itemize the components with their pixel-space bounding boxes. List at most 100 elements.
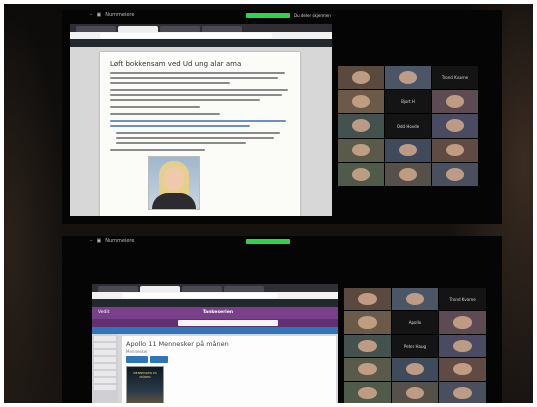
participant-tile[interactable]	[439, 334, 486, 358]
sidebar-item[interactable]	[94, 364, 116, 369]
app-brand[interactable]: Vedit	[98, 310, 109, 315]
link-line[interactable]	[110, 125, 250, 127]
participant-tile[interactable]	[385, 162, 431, 186]
participant-tile[interactable]	[432, 138, 478, 162]
participant-name: Bjort H	[401, 99, 415, 105]
primary-action-button[interactable]	[126, 356, 148, 363]
top-browser-tabs	[70, 24, 332, 32]
text-line	[116, 137, 274, 139]
participant-tile[interactable]	[338, 162, 384, 186]
bottom-browser-tabs	[92, 284, 338, 292]
camera-icon[interactable]: ▣	[97, 12, 102, 18]
participant-video	[351, 119, 371, 133]
participant-video	[351, 95, 371, 109]
participant-tile[interactable]	[391, 381, 439, 403]
participant-tile[interactable]	[439, 381, 486, 403]
bottom-bookmarks-bar	[92, 299, 338, 307]
sidebar-item[interactable]	[94, 357, 116, 362]
bottom-monitor: – ▣ Nummeiere Vedit Tankeserien Apollo 1…	[62, 236, 502, 403]
participant-video	[453, 339, 472, 353]
participant-tile[interactable]	[391, 288, 439, 311]
participant-name: Peter Haug	[403, 343, 427, 349]
participant-tile[interactable]	[385, 138, 431, 162]
participant-tile[interactable]	[344, 334, 391, 358]
book-subtitle: Mennesker	[126, 349, 148, 354]
app-nav-bar[interactable]	[92, 327, 338, 334]
participant-tile[interactable]	[338, 66, 384, 90]
participant-tile[interactable]: Apollo	[391, 311, 439, 334]
participant-video	[357, 386, 377, 399]
portrait-face	[164, 167, 184, 191]
top-share-label: Du deler skjermen	[294, 13, 331, 18]
participant-tile[interactable]	[344, 311, 391, 334]
text-line	[110, 77, 278, 79]
participant-tile[interactable]	[439, 358, 486, 381]
participant-tile[interactable]: Bjort H	[385, 90, 431, 114]
participant-video	[445, 95, 465, 109]
portrait-photo	[148, 156, 200, 210]
bottom-meeting-name: Nummeiere	[105, 238, 135, 244]
text-line	[110, 82, 230, 84]
bottom-share-indicator[interactable]	[246, 239, 290, 244]
top-shared-screen: Løft bokkensam ved Ud ung alar ama	[70, 24, 332, 216]
participant-tile[interactable]	[338, 90, 384, 114]
participant-tile[interactable]: Odd Hovde	[385, 114, 431, 138]
text-line	[110, 89, 288, 91]
portrait-shoulders	[152, 193, 196, 209]
participant-tile[interactable]	[344, 381, 391, 403]
sidebar-item[interactable]	[94, 371, 116, 376]
minimize-icon[interactable]: –	[90, 12, 93, 18]
participant-tile[interactable]: Trond Kvarne	[432, 66, 478, 90]
participant-tile[interactable]	[432, 114, 478, 138]
participant-tile[interactable]	[338, 138, 384, 162]
participant-video	[453, 386, 472, 399]
participant-tile[interactable]	[432, 90, 478, 114]
text-line	[110, 72, 285, 74]
participant-tile[interactable]	[338, 114, 384, 138]
top-share-indicator[interactable]	[246, 13, 290, 18]
participant-tile[interactable]: Peter Haug	[391, 334, 439, 358]
camera-icon[interactable]: ▣	[97, 238, 102, 244]
top-meeting-name: Nummeiere	[105, 12, 135, 18]
star-button[interactable]	[150, 356, 168, 363]
participant-tile[interactable]	[391, 358, 439, 381]
participant-tile[interactable]	[344, 288, 391, 311]
participant-name: Trond Kvarne	[449, 296, 476, 302]
app-title: Tankeserien	[202, 310, 234, 315]
participant-tile[interactable]: Trond Kvarne	[439, 288, 486, 311]
participant-video	[405, 386, 425, 399]
participant-tile[interactable]	[344, 358, 391, 381]
search-input[interactable]	[178, 320, 279, 326]
participant-tile[interactable]	[439, 311, 486, 334]
book-cover[interactable]: MENNESKER PÅ MÅNEN	[126, 366, 164, 403]
sidebar-item[interactable]	[94, 385, 116, 390]
text-line	[110, 106, 200, 108]
text-line	[116, 142, 246, 144]
top-zoom-bar: – ▣ Nummeiere Du deler skjermen	[62, 10, 502, 20]
url-input[interactable]	[100, 33, 272, 38]
sidebar-item[interactable]	[94, 378, 116, 383]
participant-video	[357, 339, 377, 353]
sidebar-item[interactable]	[94, 343, 116, 348]
link-line[interactable]	[110, 120, 286, 122]
top-monitor: – ▣ Nummeiere Du deler skjermen Løft bok…	[62, 10, 502, 224]
participant-tile[interactable]	[385, 66, 431, 90]
participant-video	[357, 316, 377, 329]
participant-name: Apollo	[408, 320, 422, 326]
participant-video	[398, 143, 418, 157]
minimize-icon[interactable]: –	[90, 238, 93, 244]
sidebar-item[interactable]	[94, 350, 116, 355]
photo-of-two-monitors: – ▣ Nummeiere Du deler skjermen Løft bok…	[4, 4, 533, 403]
sidebar-item[interactable]	[94, 336, 116, 341]
participant-video	[357, 363, 377, 376]
participant-video	[351, 71, 371, 84]
participant-tile[interactable]	[432, 162, 478, 186]
url-input[interactable]	[122, 293, 278, 298]
participant-video	[405, 292, 425, 306]
participant-video	[445, 119, 465, 133]
text-line	[110, 113, 220, 115]
top-wp-toolbar	[70, 39, 332, 47]
bottom-participant-gallery: Trond Kvarne Apollo Peter Haug	[344, 288, 486, 403]
participant-name: Odd Hovde	[396, 123, 420, 129]
participant-video	[445, 167, 465, 181]
